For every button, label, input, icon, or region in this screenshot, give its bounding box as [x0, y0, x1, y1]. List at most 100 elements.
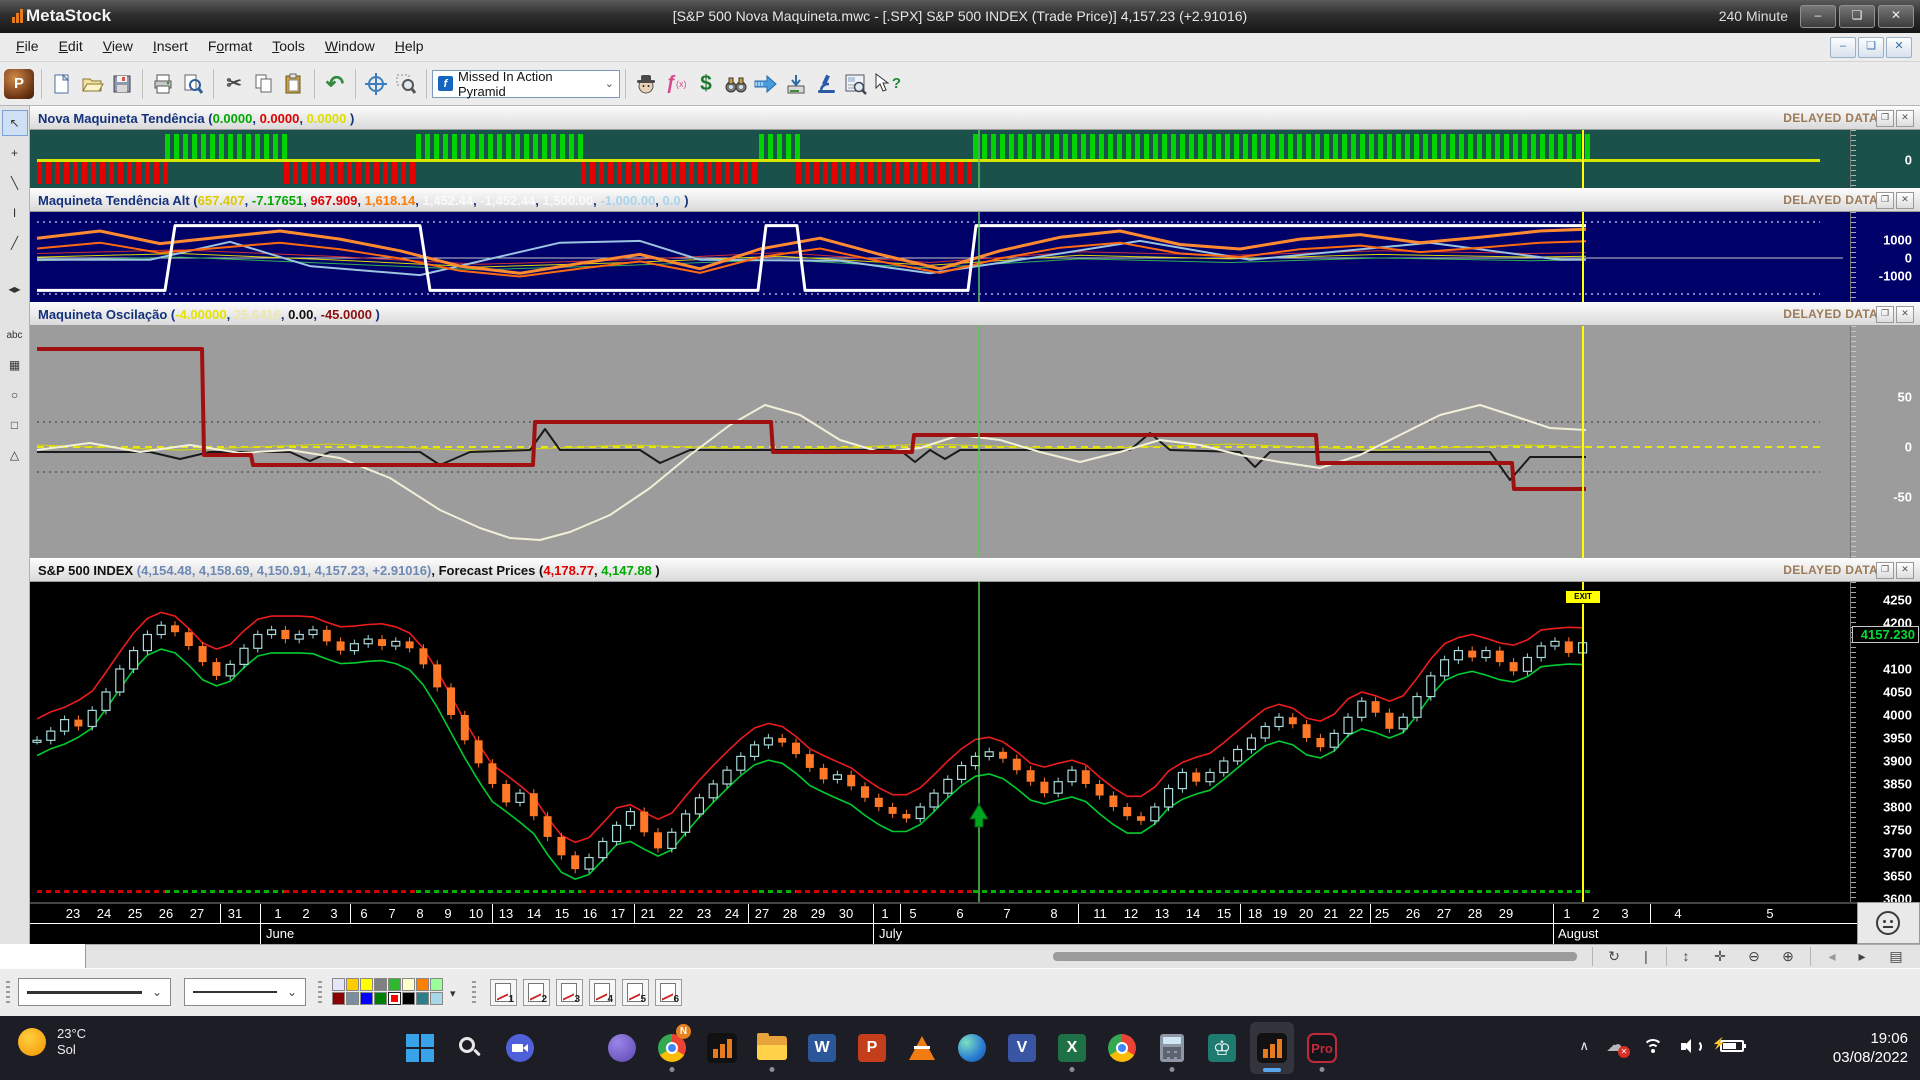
stop-button[interactable]: | [1632, 946, 1660, 967]
price-candlestick-chart[interactable]: EXIT 42504200410040504000395039003850380… [30, 582, 1920, 902]
battery-icon[interactable]: ⚡ [1720, 1040, 1744, 1052]
line-style-dropdown[interactable]: ⌄ [18, 978, 171, 1006]
power-console-icon[interactable]: P [4, 69, 34, 99]
minimize-button[interactable]: – [1800, 5, 1836, 28]
chart-template-button-1[interactable]: 1 [490, 979, 517, 1006]
options-dollar-button[interactable]: $ [691, 69, 721, 99]
child-close-button[interactable]: ✕ [1886, 37, 1912, 58]
volume-icon[interactable] [1681, 1037, 1703, 1055]
open-button[interactable] [77, 69, 107, 99]
color-swatch[interactable] [360, 992, 373, 1005]
child-minimize-button[interactable]: – [1830, 37, 1856, 58]
panel-close-button[interactable]: ✕ [1896, 192, 1914, 209]
indicator-builder-button[interactable]: ƒ(x) [661, 69, 691, 99]
template-dropdown[interactable]: f Missed In Action Pyramid ⌄ [432, 70, 620, 98]
chart-template-button-6[interactable]: 6 [655, 979, 682, 1006]
color-swatch[interactable] [374, 992, 387, 1005]
color-swatch[interactable] [374, 978, 387, 991]
chart-corner-button[interactable] [1857, 902, 1920, 944]
purple-app[interactable] [600, 1022, 644, 1074]
metastock-app[interactable] [700, 1022, 744, 1074]
start-button[interactable] [398, 1022, 442, 1074]
chrome[interactable] [1100, 1022, 1144, 1074]
menu-insert[interactable]: Insert [143, 34, 198, 58]
search-button[interactable] [448, 1022, 492, 1074]
tendencia-alt-indicator-chart[interactable]: 10000-1000 [30, 212, 1920, 302]
menu-tools[interactable]: Tools [262, 34, 315, 58]
color-swatch[interactable] [430, 978, 443, 991]
pointer-tool[interactable]: ↖ [2, 110, 28, 136]
menu-edit[interactable]: Edit [49, 34, 93, 58]
pattern-tool[interactable]: ▦ [2, 352, 28, 378]
drawing-tool[interactable]: ╱ [2, 230, 28, 256]
scroll-arrows-tool[interactable]: ◂▸ [2, 276, 28, 302]
expert-advisor-button[interactable] [631, 69, 661, 99]
chart-template-button-2[interactable]: 2 [523, 979, 550, 1006]
wifi-icon[interactable] [1642, 1037, 1664, 1055]
explorer-binoculars-button[interactable] [721, 69, 751, 99]
context-help-button[interactable]: ? [871, 69, 901, 99]
panel-close-button[interactable]: ✕ [1896, 306, 1914, 323]
color-swatch[interactable] [416, 978, 429, 991]
panel-close-button[interactable]: ✕ [1896, 562, 1914, 579]
excel[interactable]: X [1050, 1022, 1094, 1074]
panel-restore-button[interactable]: ❐ [1876, 562, 1894, 579]
chart-template-button-5[interactable]: 5 [622, 979, 649, 1006]
word[interactable]: W [800, 1022, 844, 1074]
calculator[interactable] [1150, 1022, 1194, 1074]
tray-chevron-icon[interactable]: ∧ [1579, 1038, 1589, 1054]
menu-help[interactable]: Help [385, 34, 434, 58]
zoom-in-button[interactable]: ⊕ [1774, 946, 1802, 967]
color-swatch[interactable] [416, 992, 429, 1005]
tendencia-indicator-chart[interactable]: 0 [30, 130, 1920, 188]
powerpoint[interactable]: P [850, 1022, 894, 1074]
metastock-active[interactable] [1250, 1022, 1294, 1074]
color-swatch[interactable] [388, 992, 401, 1005]
target-crosshair-button[interactable] [361, 69, 391, 99]
file-explorer[interactable] [750, 1022, 794, 1074]
line-weight-dropdown[interactable]: ⌄ [184, 978, 306, 1006]
rectangle-tool[interactable]: □ [2, 412, 28, 438]
vlc[interactable] [900, 1022, 944, 1074]
system-tester-microscope-button[interactable] [811, 69, 841, 99]
zoom-out-button[interactable]: ⊖ [1740, 946, 1768, 967]
data-window-button[interactable]: ▤ [1882, 946, 1910, 967]
new-chart-button[interactable] [47, 69, 77, 99]
weather-widget[interactable]: 23°C Sol [18, 1026, 86, 1058]
color-swatch[interactable] [402, 992, 415, 1005]
onedrive-error-icon[interactable]: ☁✕ [1606, 1036, 1625, 1056]
color-swatch[interactable] [332, 992, 345, 1005]
color-swatch[interactable] [346, 992, 359, 1005]
color-swatch[interactable] [388, 978, 401, 991]
menu-window[interactable]: Window [315, 34, 385, 58]
palette-dropdown-arrow[interactable]: ▾ [450, 987, 456, 1000]
maximize-button[interactable]: ❏ [1839, 5, 1875, 28]
date-axis-months[interactable]: JuneJulyAugust [30, 923, 1857, 944]
scroll-prev-button[interactable]: ◂ [1818, 946, 1846, 967]
pan-button[interactable]: ✛ [1706, 946, 1734, 967]
child-restore-button[interactable]: ❏ [1858, 37, 1884, 58]
panel-restore-button[interactable]: ❐ [1876, 306, 1894, 323]
triangle-tool[interactable]: △ [2, 442, 28, 468]
edge[interactable] [950, 1022, 994, 1074]
text-cursor-tool[interactable]: I [2, 200, 28, 226]
trendline-tool[interactable]: ╲ [2, 170, 28, 196]
metastock-pro[interactable]: Pro [1300, 1022, 1344, 1074]
chrome-profile[interactable]: N [650, 1022, 694, 1074]
scrollbar-thumb[interactable] [1053, 952, 1577, 961]
panel-restore-button[interactable]: ❐ [1876, 110, 1894, 127]
menu-file[interactable]: File [6, 34, 49, 58]
refresh-button[interactable]: ↻ [1600, 946, 1628, 967]
undo-button[interactable]: ↶ [320, 69, 350, 99]
clock-widget[interactable]: 19:06 03/08/2022 [1833, 1029, 1908, 1067]
color-swatch[interactable] [430, 992, 443, 1005]
panel-close-button[interactable]: ✕ [1896, 110, 1914, 127]
visio[interactable]: V [1000, 1022, 1044, 1074]
text-tool[interactable]: abc [2, 322, 28, 348]
downloader-button[interactable] [781, 69, 811, 99]
zoom-select-button[interactable] [391, 69, 421, 99]
vertical-scale-button[interactable]: ↕ [1672, 946, 1700, 967]
panel-restore-button[interactable]: ❐ [1876, 192, 1894, 209]
chart-template-button-3[interactable]: 3 [556, 979, 583, 1006]
color-swatch[interactable] [332, 978, 345, 991]
